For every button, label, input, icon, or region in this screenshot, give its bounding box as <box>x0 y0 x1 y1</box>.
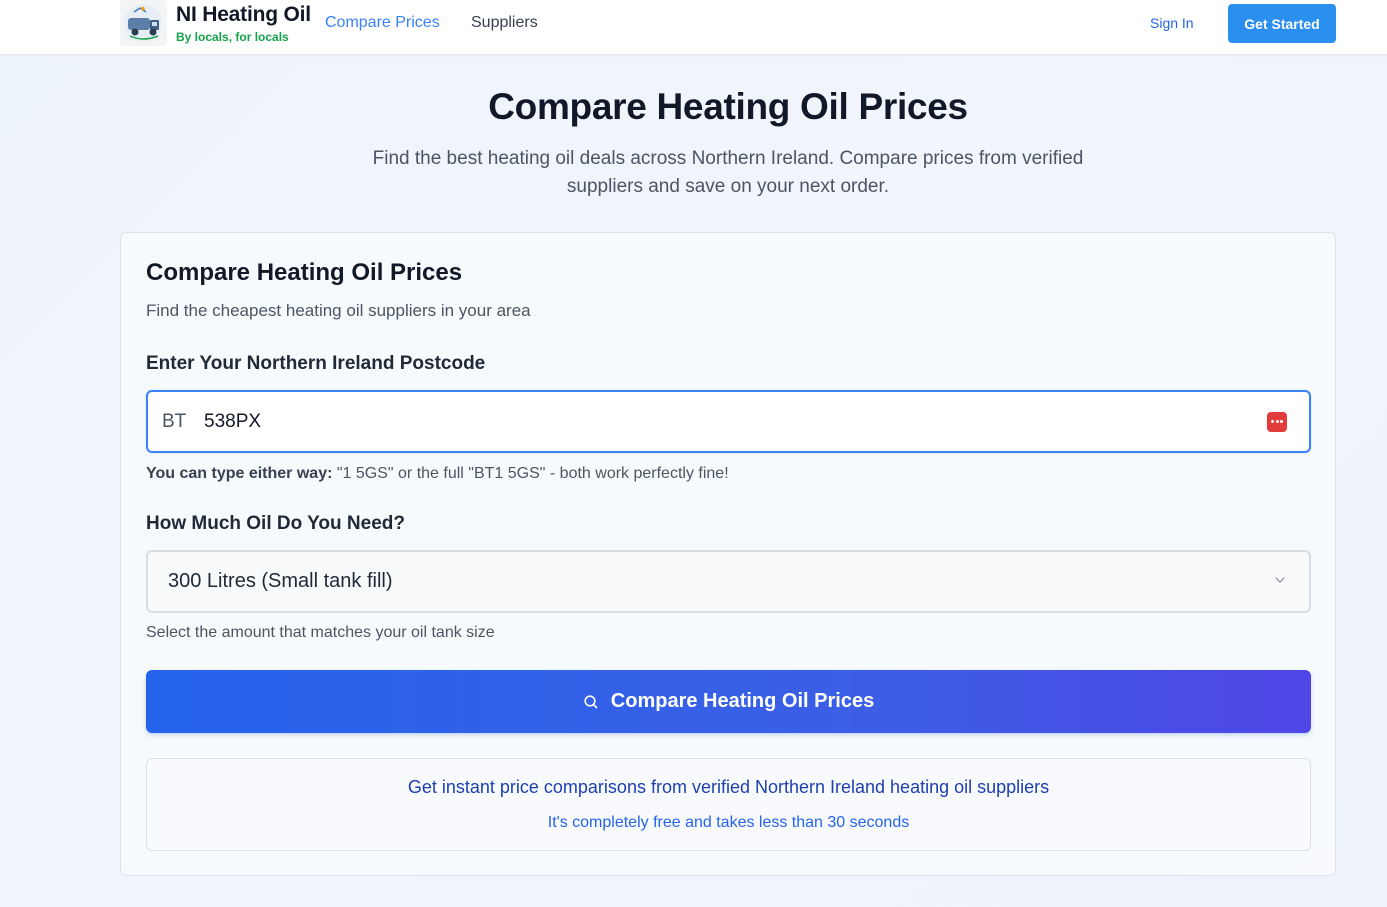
postcode-field[interactable]: BT <box>146 390 1311 453</box>
form-subtitle: Find the cheapest heating oil suppliers … <box>146 301 531 320</box>
search-icon <box>584 694 598 708</box>
oil-amount-selected: 300 Litres (Small tank fill) <box>168 570 393 592</box>
postcode-label: Enter Your Northern Ireland Postcode <box>146 353 486 374</box>
chevron-down-icon <box>1275 577 1285 583</box>
brand-logo[interactable] <box>120 0 167 46</box>
password-manager-icon[interactable] <box>1267 412 1287 432</box>
brand-name[interactable]: NI Heating Oil <box>176 3 311 27</box>
postcode-hint-text: "1 5GS" or the full "BT1 5GS" - both wor… <box>332 465 729 482</box>
brand-tagline: By locals, for locals <box>176 30 289 44</box>
oil-truck-icon <box>124 4 162 42</box>
oil-amount-label: How Much Oil Do You Need? <box>146 513 405 534</box>
postcode-hint-bold: You can type either way: <box>146 465 333 482</box>
compare-button-label: Compare Heating Oil Prices <box>610 690 875 712</box>
oil-amount-select[interactable]: 300 Litres (Small tank fill) <box>146 550 1311 613</box>
postcode-input[interactable] <box>204 404 1204 440</box>
sign-in-link[interactable]: Sign In <box>1150 15 1194 31</box>
compare-form-card: Compare Heating Oil Prices Find the chea… <box>120 232 1336 876</box>
page-title: Compare Heating Oil Prices <box>488 86 968 127</box>
oil-amount-help: Select the amount that matches your oil … <box>146 624 495 641</box>
info-sub-text: It's completely free and takes less than… <box>547 814 910 831</box>
nav-suppliers[interactable]: Suppliers <box>471 14 538 32</box>
postcode-hint: You can type either way: "1 5GS" or the … <box>146 465 729 483</box>
postcode-prefix: BT <box>162 411 187 432</box>
form-title: Compare Heating Oil Prices <box>146 259 463 286</box>
top-navbar: NI Heating Oil By locals, for locals Com… <box>0 0 1387 55</box>
nav-compare-prices[interactable]: Compare Prices <box>325 14 440 32</box>
page-subtitle: Find the best heating oil deals across N… <box>372 148 1084 197</box>
info-panel: Get instant price comparisons from verif… <box>146 758 1311 851</box>
info-main-text: Get instant price comparisons from verif… <box>407 777 1050 797</box>
get-started-button[interactable]: Get Started <box>1228 4 1336 43</box>
compare-prices-button[interactable]: Compare Heating Oil Prices <box>146 670 1311 733</box>
